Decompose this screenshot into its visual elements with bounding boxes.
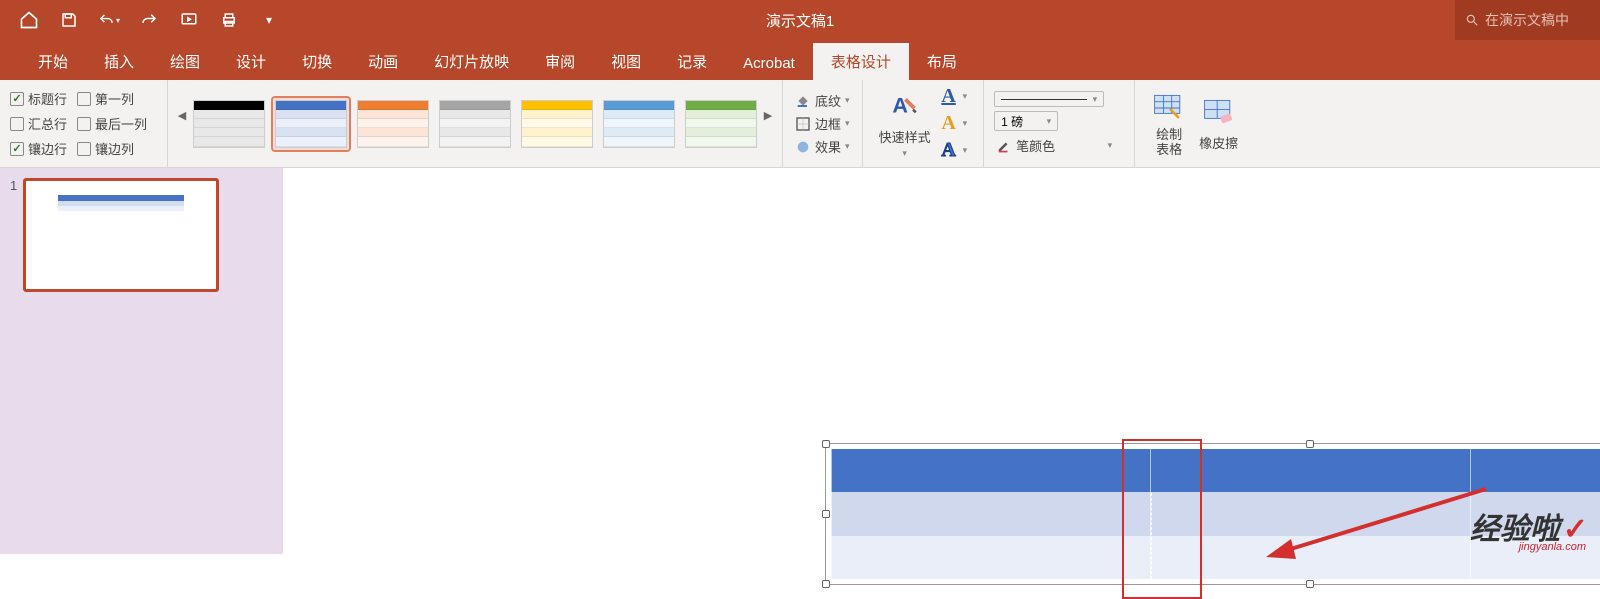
- table-style-7[interactable]: [682, 97, 760, 151]
- wordart-styles: A▾ A▾ A▾: [937, 85, 974, 162]
- table-style-options-group: 标题行 汇总行 镶边行 第一列 最后一列 镶边列: [0, 80, 168, 167]
- save-icon[interactable]: [58, 9, 80, 31]
- table-fill-group: 底纹▾ 边框▾ 效果▾: [783, 80, 863, 167]
- resize-handle[interactable]: [822, 440, 830, 448]
- home-icon[interactable]: [18, 9, 40, 31]
- redo-icon[interactable]: [138, 9, 160, 31]
- borders-button[interactable]: 边框▾: [793, 113, 852, 134]
- text-fill-button[interactable]: A: [937, 85, 961, 108]
- ribbon-tabs: 开始 插入 绘图 设计 切换 动画 幻灯片放映 审阅 视图 记录 Acrobat…: [0, 40, 1600, 80]
- bucket-icon: [795, 93, 811, 109]
- resize-handle[interactable]: [1306, 580, 1314, 588]
- quick-styles-button[interactable]: A 快速样式 ▾: [873, 87, 937, 161]
- effects-button[interactable]: 效果▾: [793, 136, 852, 157]
- quick-access-toolbar: ▾ ▾: [0, 9, 280, 31]
- border-icon: [795, 116, 811, 132]
- tab-review[interactable]: 审阅: [527, 43, 593, 80]
- pen-icon: [996, 138, 1012, 154]
- gallery-next-icon[interactable]: ▶: [760, 90, 776, 140]
- text-outline-button[interactable]: A: [937, 112, 961, 135]
- customize-qat-icon[interactable]: ▾: [258, 9, 280, 31]
- title-bar: ▾ ▾ 演示文稿1 在演示文稿中: [0, 0, 1600, 40]
- resize-handle[interactable]: [822, 580, 830, 588]
- cb-last-col[interactable]: 最后一列: [77, 114, 147, 133]
- document-title: 演示文稿1: [766, 10, 834, 31]
- tab-record[interactable]: 记录: [659, 43, 725, 80]
- cb-banded-rows[interactable]: 镶边行: [10, 139, 67, 158]
- svg-text:A: A: [892, 92, 908, 117]
- pen-weight-dropdown[interactable]: 1 磅▾: [994, 111, 1058, 131]
- shading-button[interactable]: 底纹▾: [793, 90, 852, 111]
- text-effects-button[interactable]: A: [937, 139, 961, 162]
- tab-layout[interactable]: 布局: [909, 43, 975, 80]
- table-style-5[interactable]: [518, 97, 596, 151]
- print-icon[interactable]: [218, 9, 240, 31]
- draw-tools-group: 绘制 表格 橡皮擦: [1135, 80, 1254, 167]
- cb-header-row[interactable]: 标题行: [10, 89, 67, 108]
- resize-handle[interactable]: [822, 510, 830, 518]
- resize-handle[interactable]: [1306, 440, 1314, 448]
- start-slideshow-icon[interactable]: [178, 9, 200, 31]
- tab-transitions[interactable]: 切换: [284, 43, 350, 80]
- table-styles-gallery: ◀ ▶: [168, 80, 783, 167]
- gallery-prev-icon[interactable]: ◀: [174, 90, 190, 140]
- quick-styles-icon: A: [887, 89, 923, 125]
- draw-table-button[interactable]: 绘制 表格: [1145, 88, 1193, 159]
- pen-style-dropdown[interactable]: ▾: [994, 91, 1104, 107]
- eraser-icon: [1201, 95, 1237, 131]
- table-style-2[interactable]: [272, 97, 350, 151]
- search-placeholder: 在演示文稿中: [1485, 10, 1569, 30]
- tab-acrobat[interactable]: Acrobat: [725, 47, 813, 80]
- cb-total-row[interactable]: 汇总行: [10, 114, 67, 133]
- ribbon: 标题行 汇总行 镶边行 第一列 最后一列 镶边列 ◀ ▶ 底纹▾ 边框▾ 效果▾: [0, 80, 1600, 168]
- workspace: 1: [0, 168, 1600, 554]
- tab-design[interactable]: 设计: [218, 43, 284, 80]
- table-style-1[interactable]: [190, 97, 268, 151]
- quick-styles-group: A 快速样式 ▾ A▾ A▾ A▾: [863, 80, 985, 167]
- slide-thumbnails-panel: 1: [0, 168, 283, 554]
- table-style-3[interactable]: [354, 97, 432, 151]
- pen-color-button[interactable]: 笔颜色▾: [994, 135, 1114, 156]
- eraser-button[interactable]: 橡皮擦: [1193, 93, 1244, 154]
- table-style-6[interactable]: [600, 97, 678, 151]
- column-insert-guide: [1151, 493, 1152, 579]
- draw-table-icon: [1151, 90, 1187, 126]
- tab-table-design[interactable]: 表格设计: [813, 43, 909, 80]
- tab-slideshow[interactable]: 幻灯片放映: [416, 43, 527, 80]
- effects-icon: [795, 139, 811, 155]
- tab-home[interactable]: 开始: [20, 43, 86, 80]
- draw-borders-group: ▾ 1 磅▾ 笔颜色▾: [984, 80, 1135, 167]
- cb-first-col[interactable]: 第一列: [77, 89, 147, 108]
- cb-banded-cols[interactable]: 镶边列: [77, 139, 147, 158]
- tab-draw[interactable]: 绘图: [152, 43, 218, 80]
- tab-animations[interactable]: 动画: [350, 43, 416, 80]
- watermark-url: jingyanla.com: [1519, 541, 1586, 553]
- search-icon: [1465, 13, 1479, 27]
- table-style-4[interactable]: [436, 97, 514, 151]
- slide-number: 1: [10, 178, 17, 292]
- tab-view[interactable]: 视图: [593, 43, 659, 80]
- tab-insert[interactable]: 插入: [86, 43, 152, 80]
- slide-thumbnail-1[interactable]: [23, 178, 219, 292]
- search-box[interactable]: 在演示文稿中: [1455, 0, 1600, 40]
- undo-icon[interactable]: ▾: [98, 9, 120, 31]
- slide-canvas[interactable]: 经验啦 ✓ jingyanla.com: [283, 168, 1600, 554]
